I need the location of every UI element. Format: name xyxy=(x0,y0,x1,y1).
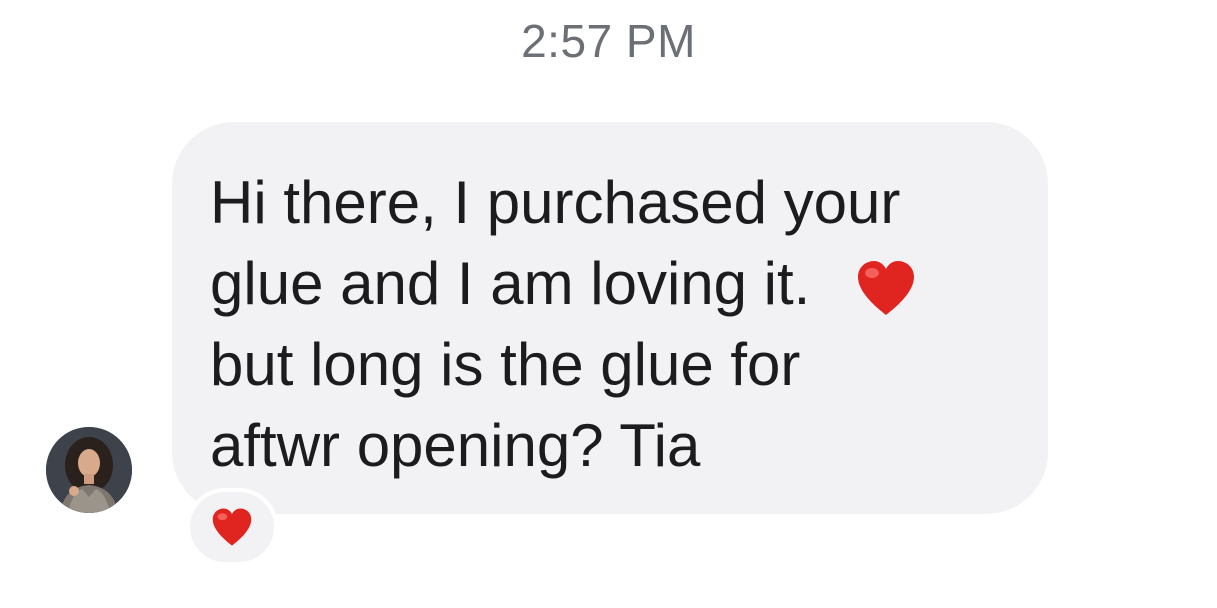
message-bubble[interactable]: Hi there, I purchased your glue and I am… xyxy=(172,122,1048,514)
message-line: aftwr opening? Tia xyxy=(210,412,701,479)
message-line-with-emoji: glue and I am loving it. xyxy=(210,243,1012,324)
message-line: but long is the glue for xyxy=(210,331,801,398)
reaction-badge[interactable] xyxy=(186,488,278,566)
message-line: Hi there, I purchased your xyxy=(210,169,901,236)
avatar-photo xyxy=(46,427,132,513)
message-line-text: glue and I am loving it. xyxy=(210,250,811,317)
sender-avatar[interactable] xyxy=(46,427,132,513)
heart-icon xyxy=(858,261,915,316)
message-timestamp: 2:57 PM xyxy=(521,15,696,67)
heart-icon xyxy=(212,508,252,546)
